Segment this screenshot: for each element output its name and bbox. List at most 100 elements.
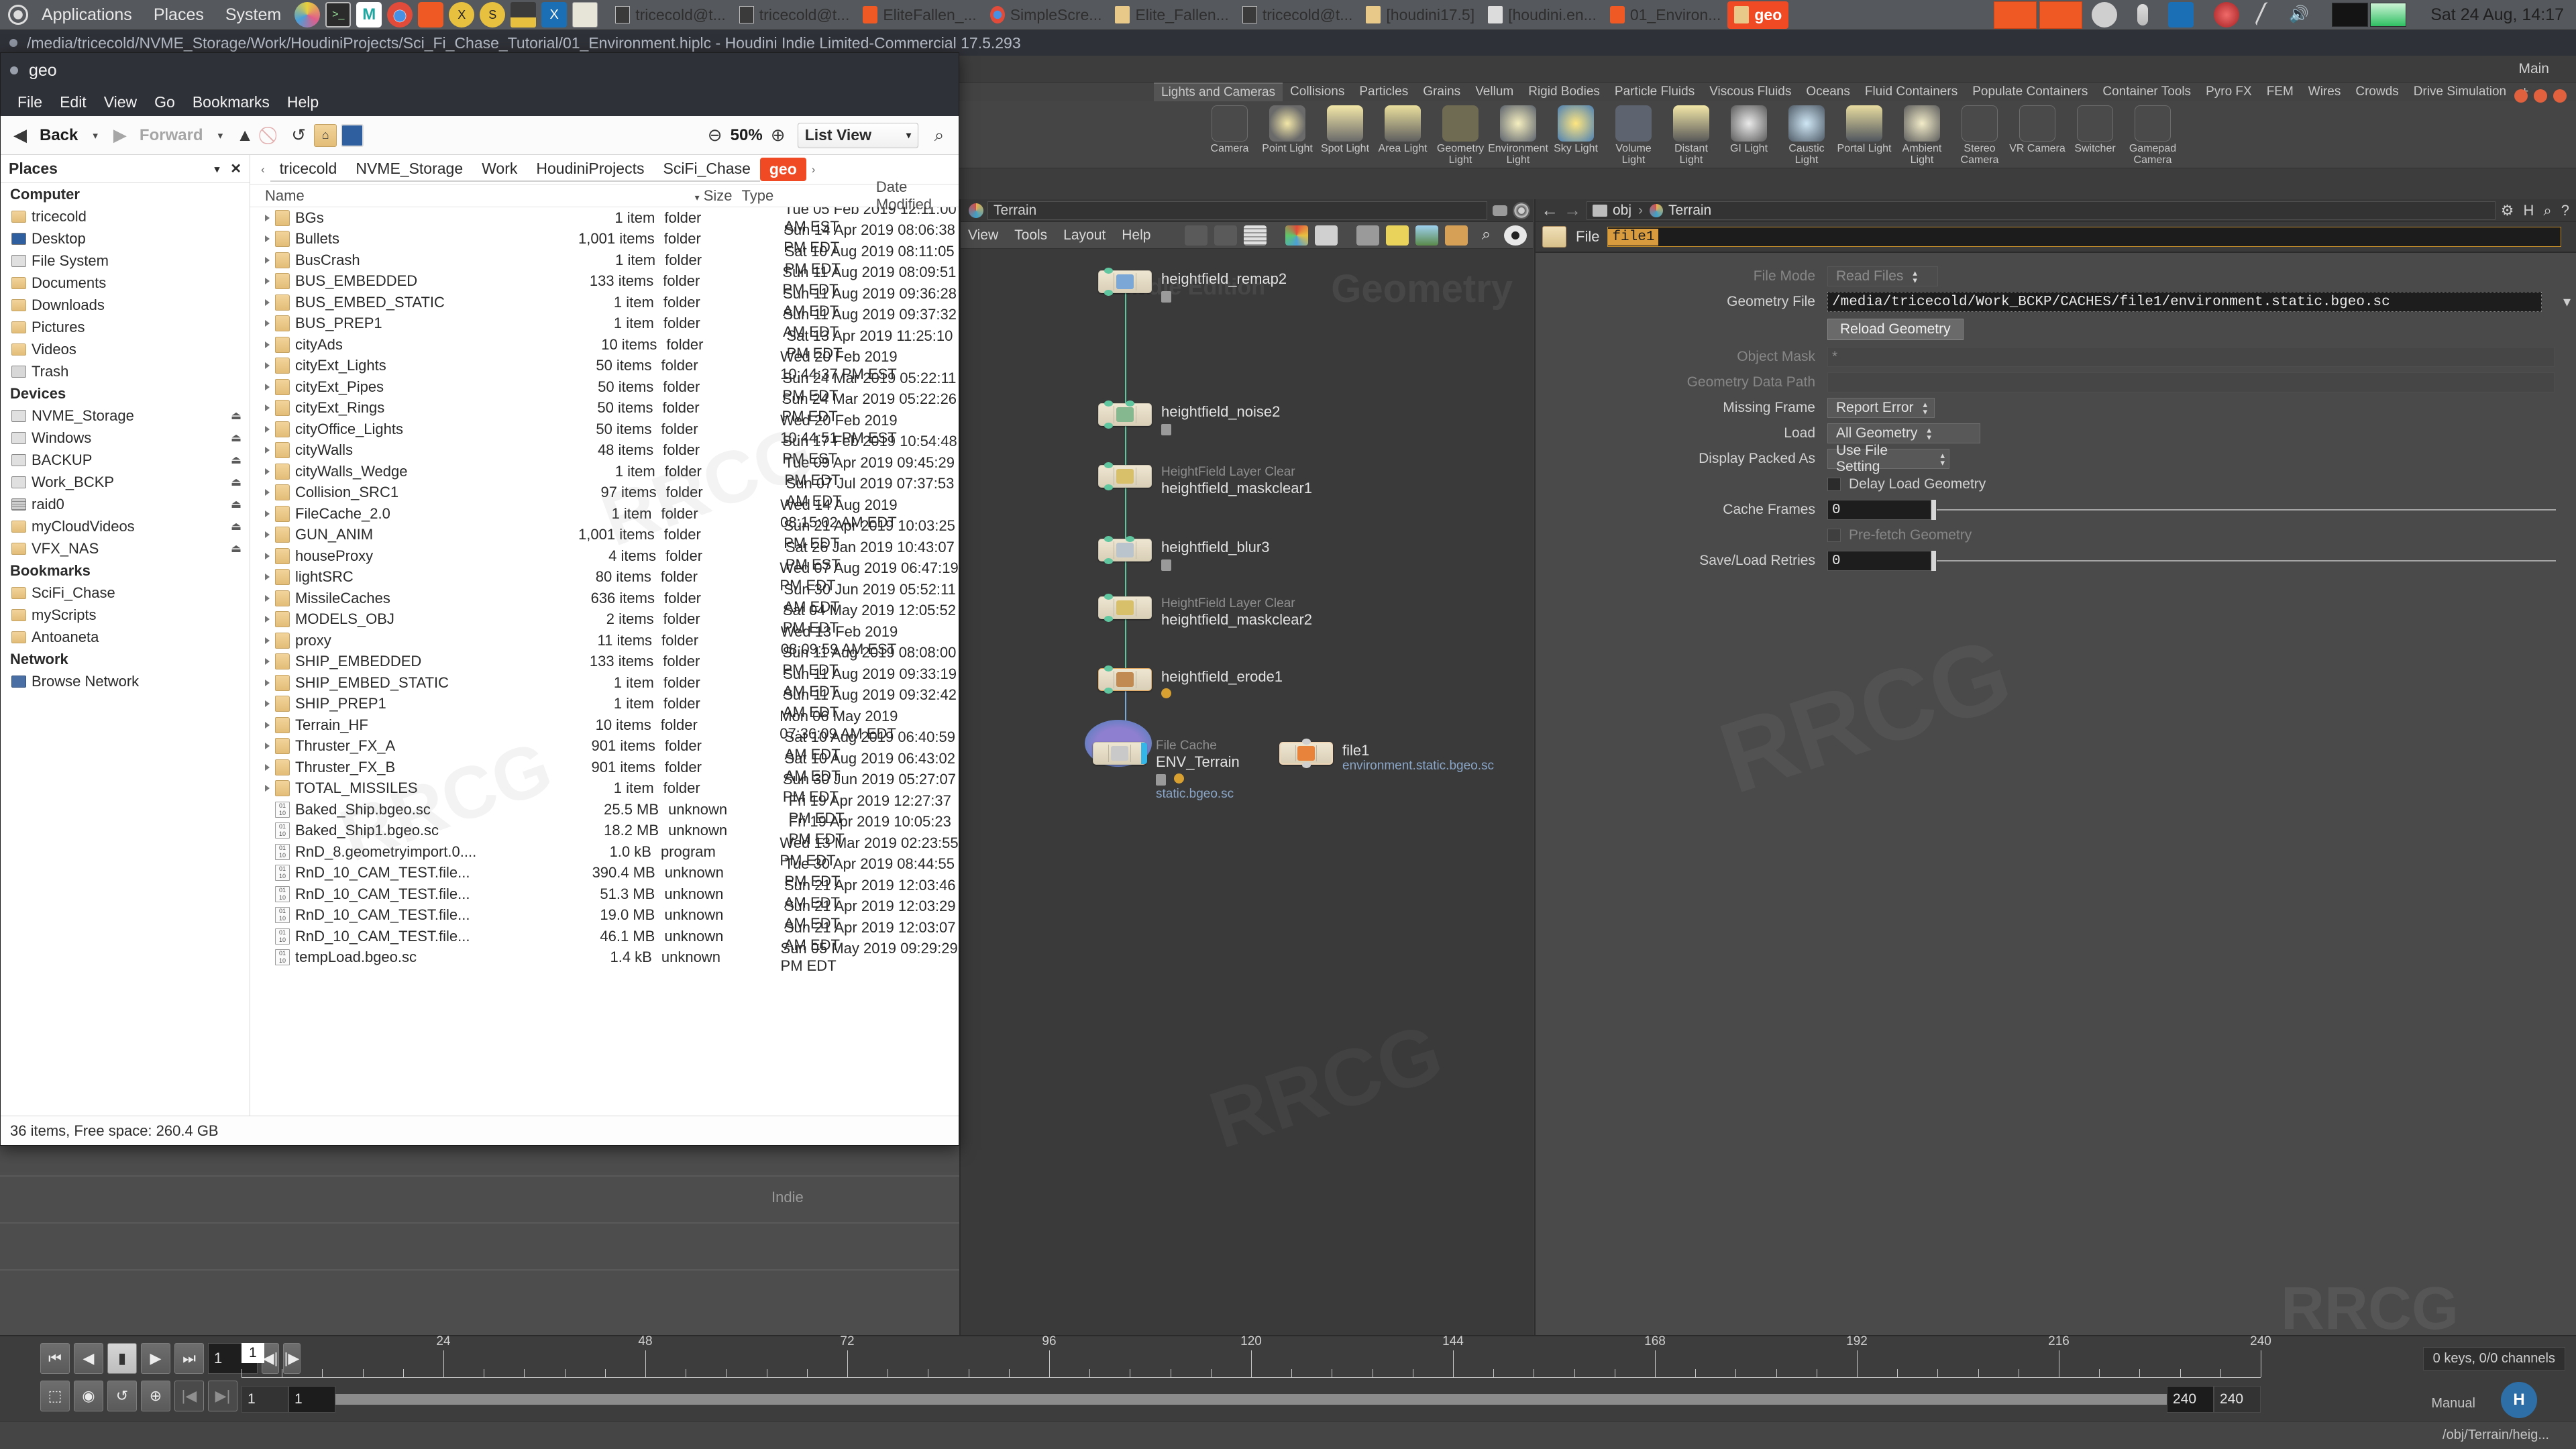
forward-icon[interactable]: → xyxy=(1564,200,1581,221)
play-stop-button[interactable]: ▮ xyxy=(107,1343,137,1374)
eject-icon[interactable]: ⏏ xyxy=(231,431,241,445)
minimize-button[interactable] xyxy=(2514,89,2528,103)
shelf-tool-vr-camera[interactable]: VR Camera xyxy=(2008,101,2066,155)
parameter-layout-icon[interactable]: H xyxy=(2524,202,2538,219)
shelf-tool-geometry-light[interactable]: Geometry Light xyxy=(1432,101,1489,166)
node-heightfield-remap2[interactable]: heightfield_remap2 xyxy=(1098,268,1287,305)
range-track[interactable] xyxy=(335,1394,2167,1405)
node-input-port[interactable] xyxy=(1104,400,1113,407)
window-menu-icon[interactable] xyxy=(9,39,17,47)
object-mask-input[interactable]: * xyxy=(1827,347,2555,367)
task-button[interactable]: EliteFallen_... xyxy=(856,1,983,29)
expander-triangle-icon[interactable] xyxy=(265,658,270,665)
shelf-tab-wires[interactable]: Wires xyxy=(2301,83,2349,101)
shelf-tool-sky-light[interactable]: Sky Light xyxy=(1547,101,1605,155)
global-start-field[interactable]: 1 xyxy=(241,1386,288,1413)
node-env-terrain[interactable]: File Cache ENV_Terrain static.bgeo.sc xyxy=(1085,720,1240,802)
task-button[interactable]: tricecold@t... xyxy=(733,1,857,29)
file-mode-dropdown[interactable]: Read Files ▴ ▾ xyxy=(1827,266,1938,286)
krita-icon[interactable] xyxy=(294,2,321,28)
expander-triangle-icon[interactable] xyxy=(265,721,270,729)
step-back-button[interactable]: ◀ xyxy=(74,1343,103,1374)
shelf-tool-area-light[interactable]: Area Light xyxy=(1374,101,1432,155)
prefetch-geometry-checkbox[interactable] xyxy=(1827,529,1841,542)
node-input-port[interactable] xyxy=(1104,268,1113,274)
shelf-tool-volume-light[interactable]: Volume Light xyxy=(1605,101,1662,166)
forward-history-chevron-icon[interactable]: ▾ xyxy=(211,129,230,142)
shelf-tool-gi-light[interactable]: GI Light xyxy=(1720,101,1778,155)
shelf-tool-spot-light[interactable]: Spot Light xyxy=(1316,101,1374,155)
task-button[interactable]: tricecold@t... xyxy=(608,1,733,29)
forward-arrow-icon[interactable]: ▶ xyxy=(109,124,131,147)
shelf-tab-populate-containers[interactable]: Populate Containers xyxy=(1965,83,2095,101)
list-icon[interactable] xyxy=(1244,225,1267,246)
shelf-tab-lights-cameras[interactable]: Lights and Cameras xyxy=(1154,83,1283,101)
layout-icon[interactable] xyxy=(1356,225,1380,246)
missing-frame-dropdown[interactable]: Report Error ▴ ▾ xyxy=(1827,398,1935,418)
expander-triangle-icon[interactable] xyxy=(265,299,270,306)
node-box[interactable] xyxy=(1098,594,1152,622)
task-button[interactable]: tricecold@t... xyxy=(1236,1,1360,29)
nt-menu-bookmarks[interactable]: Bookmarks xyxy=(184,93,278,111)
shelf-tab-particles[interactable]: Particles xyxy=(1352,83,1415,101)
system-logo-icon[interactable] xyxy=(8,5,28,25)
expander-triangle-icon[interactable] xyxy=(265,341,270,348)
box-icon[interactable] xyxy=(1445,225,1468,246)
reload-icon[interactable]: ↺ xyxy=(287,124,310,147)
expander-triangle-icon[interactable] xyxy=(265,700,270,708)
cache-frames-input[interactable]: 0 xyxy=(1827,500,1931,520)
shelf-tool-camera[interactable]: Camera xyxy=(1201,101,1258,155)
shelf-tab-fluid-containers[interactable]: Fluid Containers xyxy=(1858,83,1965,101)
expander-triangle-icon[interactable] xyxy=(265,256,270,264)
nt-menu-edit[interactable]: Edit xyxy=(51,93,95,111)
wrench-icon[interactable] xyxy=(1185,225,1208,246)
desktop-selector[interactable]: Main xyxy=(2508,61,2576,77)
breadcrumb-scroll-right-icon[interactable]: › xyxy=(806,163,821,176)
timeline-ruler[interactable]: 24 48 72 96 120 144 168 192 216 240 xyxy=(241,1334,2271,1378)
playback-end-field[interactable]: 240 xyxy=(2167,1386,2214,1413)
shelf-tool-ambient-light[interactable]: Ambient Light xyxy=(1893,101,1951,166)
shelf-tool-switcher[interactable]: Switcher xyxy=(2066,101,2124,155)
pin-icon[interactable] xyxy=(1493,205,1507,216)
playback-mode-button[interactable]: ↺ xyxy=(107,1381,137,1411)
expander-triangle-icon[interactable] xyxy=(265,616,270,623)
ne-menu-help[interactable]: Help xyxy=(1114,227,1158,244)
workspace-2[interactable] xyxy=(2370,3,2407,27)
node-output-port[interactable] xyxy=(1104,558,1113,564)
node-box[interactable] xyxy=(1098,268,1152,296)
shelf-tab-oceans[interactable]: Oceans xyxy=(1799,83,1857,101)
tree-list-icon[interactable] xyxy=(1214,225,1238,246)
task-button[interactable]: Elite_Fallen... xyxy=(1108,1,1235,29)
delay-load-geometry-checkbox[interactable] xyxy=(1827,478,1841,491)
shelf-tool-portal-light[interactable]: Portal Light xyxy=(1835,101,1893,155)
shelf-tab-vellum[interactable]: Vellum xyxy=(1468,83,1521,101)
eject-icon[interactable]: ⏏ xyxy=(231,476,241,489)
node-box[interactable] xyxy=(1098,536,1152,564)
keyframe-mode-button[interactable]: ⬚ xyxy=(40,1381,70,1411)
expander-triangle-icon[interactable] xyxy=(265,679,270,686)
ne-menu-view[interactable]: View xyxy=(961,227,1006,244)
node-input-port[interactable] xyxy=(1104,462,1113,468)
maximize-button[interactable] xyxy=(2534,89,2547,103)
save-load-retries-slider[interactable] xyxy=(1931,551,2556,571)
parameter-breadcrumb[interactable]: obj › Terrain xyxy=(1587,201,2496,220)
sidebar-item-tricecold[interactable]: tricecold xyxy=(1,205,250,227)
network-target-icon[interactable] xyxy=(1513,201,1530,219)
view-mode-dropdown[interactable]: List View ▾ xyxy=(797,122,918,148)
eject-icon[interactable]: ⏏ xyxy=(231,409,241,423)
task-button[interactable]: SimpleScre... xyxy=(983,1,1109,29)
node-box[interactable] xyxy=(1093,742,1147,765)
window-thumbnail[interactable] xyxy=(1994,1,2037,29)
back-icon[interactable]: ← xyxy=(1541,200,1558,221)
expander-triangle-icon[interactable] xyxy=(265,552,270,559)
expander-triangle-icon[interactable] xyxy=(265,362,270,370)
expander-triangle-icon[interactable] xyxy=(265,405,270,412)
expander-triangle-icon[interactable] xyxy=(265,510,270,517)
expander-triangle-icon[interactable] xyxy=(265,214,270,221)
sidebar-item-windows[interactable]: Windows ⏏ xyxy=(1,427,250,449)
parameter-help-icon[interactable]: ? xyxy=(2561,202,2576,219)
eye-icon[interactable] xyxy=(1504,225,1527,246)
sidebar-item-trash[interactable]: Trash xyxy=(1,360,250,382)
audio-button[interactable]: ◉ xyxy=(74,1381,103,1411)
geometry-file-input[interactable]: /media/tricecold/Work_BCKP/CACHES/file1/… xyxy=(1827,292,2542,312)
